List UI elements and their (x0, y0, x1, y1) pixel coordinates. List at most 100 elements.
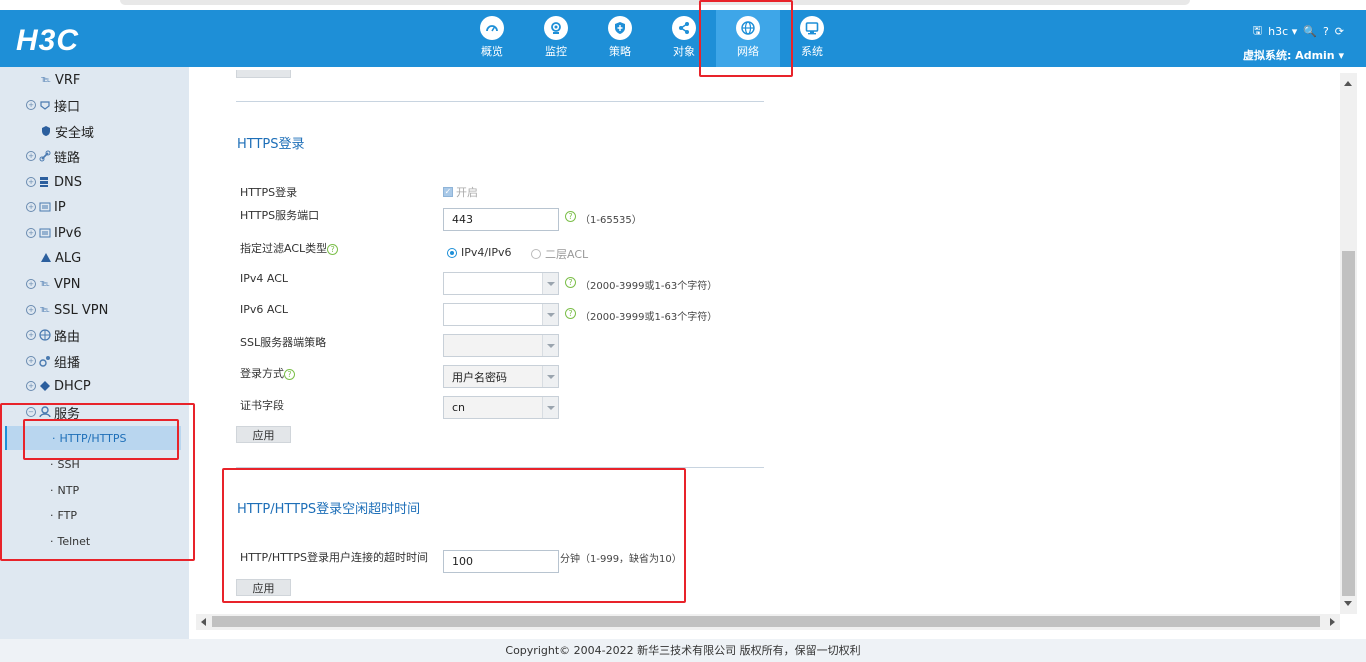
expand-icon[interactable]: + (26, 356, 36, 366)
expand-icon[interactable]: + (26, 381, 36, 391)
acl-type-label: 指定过滤ACL类型? (240, 240, 339, 256)
ipv4-acl-label: IPv4 ACL (240, 272, 289, 285)
user-menu[interactable]: h3c ▾ (1268, 25, 1297, 38)
scroll-thumb[interactable] (1342, 251, 1355, 596)
nav-policy[interactable]: 策略 (588, 10, 652, 67)
nav-policy-label: 策略 (609, 45, 631, 58)
expand-icon[interactable]: + (26, 305, 36, 315)
user-name: h3c (1268, 25, 1289, 38)
ipv6-acl-select[interactable] (443, 303, 559, 326)
ipv4-acl-hint: （2000-3999或1-63个字符） (580, 281, 718, 292)
ipv6-acl-hint: （2000-3999或1-63个字符） (580, 312, 718, 323)
help-icon[interactable]: ? (284, 368, 295, 380)
dhcp-icon (39, 380, 51, 392)
radio-layer2-acl[interactable]: 二层ACL (531, 246, 588, 262)
highlight-box-http-https-item (23, 419, 179, 460)
sslvpn-icon: ℡ (40, 305, 50, 315)
expand-icon[interactable]: + (26, 151, 36, 161)
sidebar-item-interface[interactable]: + 接口 (26, 94, 80, 116)
scroll-down-icon[interactable] (1344, 601, 1352, 606)
footer-copyright: Copyright© 2004-2022 新华三技术有限公司 版权所有，保留一切… (0, 639, 1366, 662)
sidebar-item-route[interactable]: + 路由 (26, 324, 80, 346)
chevron-down-icon (542, 366, 558, 387)
nav-object-label: 对象 (673, 45, 695, 58)
scroll-right-icon[interactable] (1330, 618, 1335, 626)
dashboard-icon (480, 16, 504, 40)
vertical-scrollbar[interactable] (1340, 73, 1357, 614)
expand-icon[interactable]: + (26, 228, 36, 238)
scroll-up-icon[interactable] (1344, 81, 1352, 86)
help-icon[interactable]: ? (327, 243, 339, 255)
vpn-icon: ℡ (40, 279, 50, 289)
help-icon[interactable]: ? (565, 277, 576, 288)
sidebar-item-label: 路由 (54, 329, 81, 345)
sidebar-item-dns[interactable]: + DNS (26, 171, 82, 193)
ssl-policy-label: SSL服务器端策略 (240, 336, 327, 349)
search-icon[interactable]: 🔍 (1303, 25, 1317, 38)
chevron-down-icon (542, 273, 558, 294)
vsys-selector[interactable]: 虚拟系统: Admin ▾ (1243, 47, 1344, 63)
expand-icon[interactable]: + (26, 177, 36, 187)
horizontal-scrollbar[interactable] (196, 614, 1340, 630)
interface-icon (39, 99, 51, 111)
top-header: H3C 概览 监控 策略 对象 网络 系统 🖫 h3c ▾ 🔍 ? ⟳ 虚拟系统… (0, 10, 1366, 67)
sidebar-item-label: SSL VPN (54, 302, 109, 318)
multicast-icon (39, 355, 51, 367)
sidebar-item-label: DHCP (54, 378, 91, 394)
https-port-input[interactable]: 443 (443, 208, 559, 231)
sidebar-item-alg[interactable]: ALG (40, 247, 81, 269)
sidebar-item-label: IPv6 (54, 225, 82, 241)
login-method-select[interactable]: 用户名密码 (443, 365, 559, 388)
scroll-left-icon[interactable] (201, 618, 206, 626)
https-apply-button[interactable]: 应用 (236, 426, 291, 443)
sidebar-item-ip[interactable]: + IP (26, 196, 66, 218)
sidebar-item-label: 安全域 (55, 125, 95, 141)
help-icon[interactable]: ? (565, 211, 576, 222)
cert-field-label: 证书字段 (240, 399, 284, 412)
checkbox-label: 开启 (456, 186, 478, 199)
vrf-icon: ℡ (41, 75, 51, 85)
sidebar-item-security-zone[interactable]: 安全域 (40, 120, 94, 142)
prev-apply-button[interactable] (236, 70, 291, 78)
nav-monitor-label: 监控 (545, 45, 567, 58)
scroll-thumb[interactable] (212, 616, 1320, 627)
sidebar-item-label: 链路 (54, 150, 81, 166)
sidebar-item-label: DNS (54, 174, 82, 190)
ssl-policy-select[interactable] (443, 334, 559, 357)
expand-icon[interactable]: + (26, 279, 36, 289)
browser-top-strip (0, 0, 1366, 10)
help-icon[interactable]: ? (565, 308, 576, 319)
login-method-label: 登录方式? (240, 365, 295, 381)
ipv4-acl-select[interactable] (443, 272, 559, 295)
acl-type-label-text: 指定过滤ACL类型 (240, 242, 328, 255)
help-icon[interactable]: ? (1323, 25, 1329, 38)
radio-label: 二层ACL (545, 248, 589, 261)
expand-icon[interactable]: + (26, 330, 36, 340)
cert-field-select[interactable]: cn (443, 396, 559, 419)
expand-icon[interactable]: + (26, 100, 36, 110)
save-icon[interactable]: 🖫 (1253, 22, 1262, 41)
login-method-label-text: 登录方式 (240, 367, 284, 380)
sidebar-item-link[interactable]: + 链路 (26, 145, 80, 167)
https-port-label: HTTPS服务端口 (240, 209, 320, 222)
sidebar-item-ipv6[interactable]: + IPv6 (26, 222, 82, 244)
sidebar-item-dhcp[interactable]: + DHCP (26, 375, 91, 397)
nav-monitor[interactable]: 监控 (524, 10, 588, 67)
expand-icon[interactable]: + (26, 202, 36, 212)
https-login-checkbox[interactable]: ✓ 开启 (443, 184, 478, 200)
cert-field-value: cn (452, 401, 466, 414)
sidebar-item-sslvpn[interactable]: + ℡ SSL VPN (26, 299, 108, 321)
sidebar-item-vrf[interactable]: ℡ VRF (40, 69, 80, 91)
chevron-down-icon (542, 335, 558, 356)
address-bar-edge (120, 0, 1190, 5)
sidebar-item-multicast[interactable]: + 组播 (26, 350, 80, 372)
https-login-label: HTTPS登录 (240, 186, 298, 199)
ipv6-icon (39, 227, 51, 239)
nav-overview[interactable]: 概览 (460, 10, 524, 67)
display-icon (800, 16, 824, 40)
radio-ipv4-ipv6[interactable]: IPv4/IPv6 (447, 246, 511, 259)
divider (236, 101, 764, 102)
shield-icon (608, 16, 632, 40)
logout-icon[interactable]: ⟳ (1335, 25, 1344, 38)
sidebar-item-vpn[interactable]: + ℡ VPN (26, 273, 80, 295)
